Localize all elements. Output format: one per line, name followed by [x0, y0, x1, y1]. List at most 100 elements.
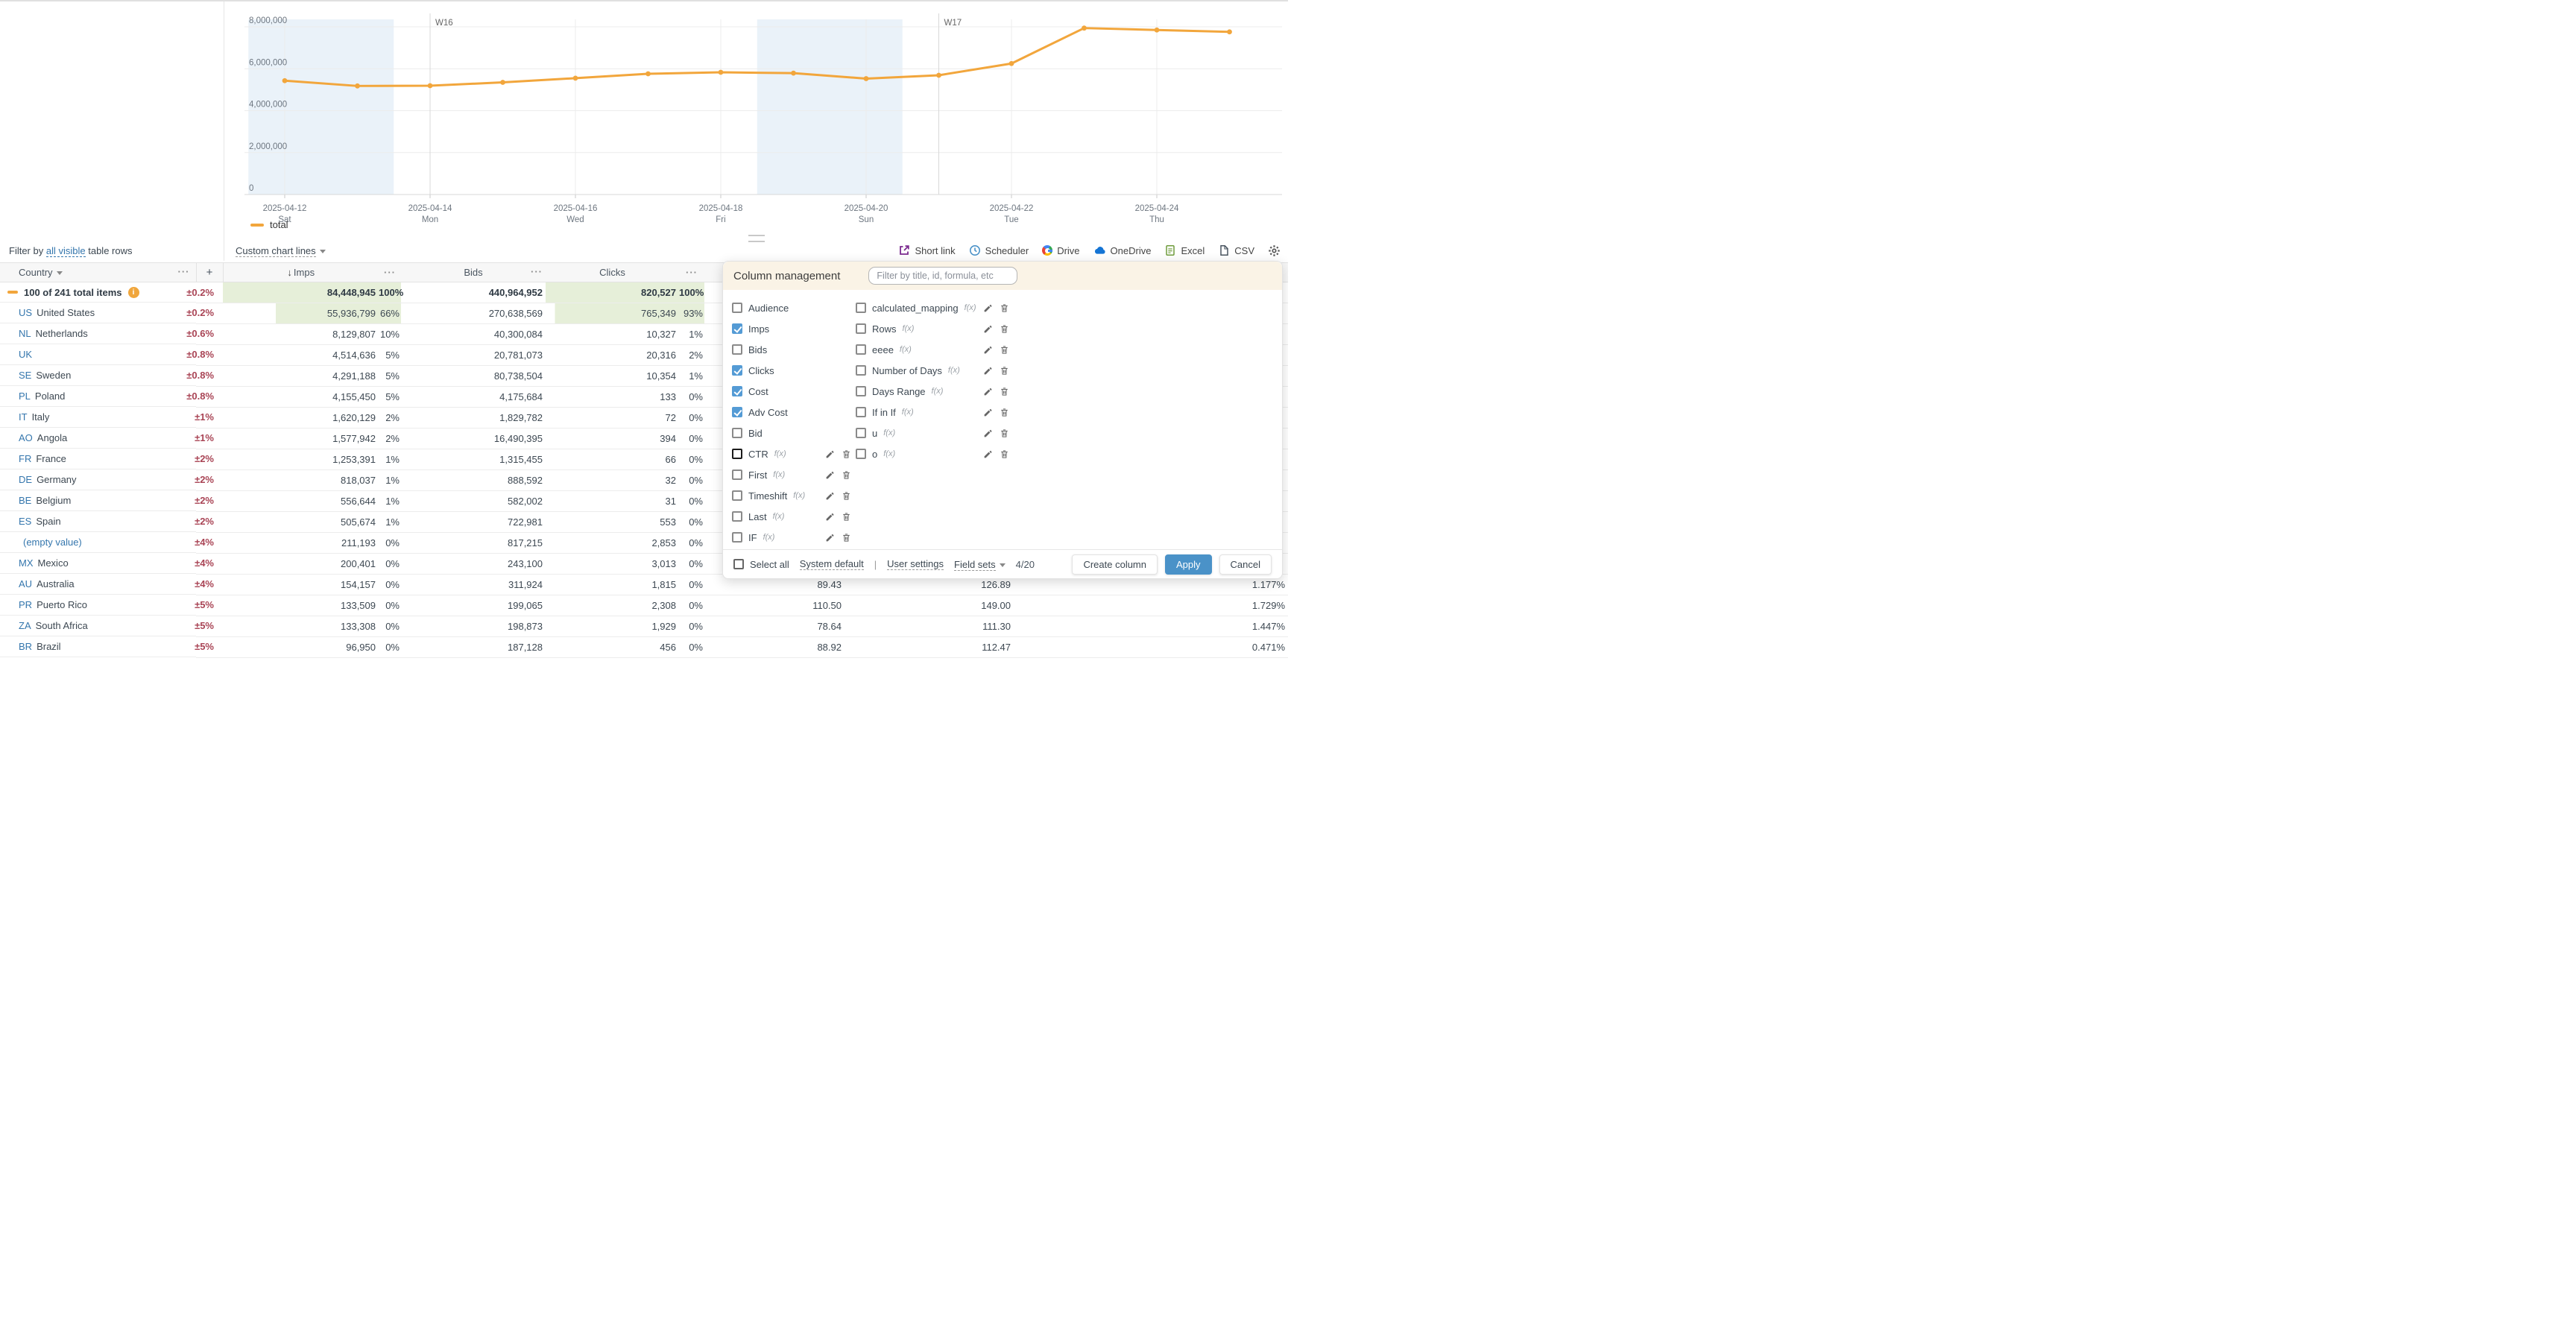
chart-legend[interactable]: total — [250, 219, 288, 230]
csv-export-button[interactable]: CSV — [1218, 244, 1254, 256]
country-code-link[interactable]: AO — [19, 432, 33, 443]
column-toggle-item[interactable]: Bids — [732, 339, 856, 360]
country-code-link[interactable]: ES — [19, 516, 31, 527]
country-code-link[interactable]: BR — [19, 641, 32, 652]
delete-trash-icon[interactable] — [842, 449, 851, 459]
delete-trash-icon[interactable] — [1000, 429, 1009, 438]
delete-trash-icon[interactable] — [1000, 345, 1009, 355]
filter-scope-link[interactable]: all visible — [46, 245, 86, 257]
column-toggle-item[interactable]: Cost — [732, 381, 856, 402]
google-drive-button[interactable]: Drive — [1042, 245, 1079, 256]
edit-pencil-icon[interactable] — [825, 470, 835, 480]
column-toggle-item[interactable]: eeee f(x) — [856, 339, 1014, 360]
column-checkbox[interactable] — [856, 386, 866, 396]
column-checkbox[interactable] — [732, 428, 742, 438]
select-all-checkbox[interactable] — [733, 559, 744, 569]
imps-column-menu-icon[interactable]: ··· — [384, 267, 396, 278]
column-checkbox[interactable] — [856, 365, 866, 376]
apply-button[interactable]: Apply — [1165, 554, 1212, 575]
column-checkbox[interactable] — [732, 532, 742, 543]
delete-trash-icon[interactable] — [1000, 366, 1009, 376]
column-checkbox[interactable] — [732, 365, 742, 376]
table-row[interactable]: ZA South Africa ±5% 133,308 0% 198,873 1… — [0, 616, 1288, 637]
delete-trash-icon[interactable] — [1000, 324, 1009, 334]
country-code-link[interactable]: PR — [19, 599, 32, 610]
column-checkbox[interactable] — [732, 490, 742, 501]
column-toggle-item[interactable]: calculated_mapping f(x) — [856, 297, 1014, 318]
delete-trash-icon[interactable] — [842, 491, 851, 501]
column-filter-input[interactable] — [868, 267, 1017, 285]
column-toggle-item[interactable]: Bid — [732, 423, 856, 443]
country-column-menu-icon[interactable]: ··· — [178, 266, 190, 277]
country-code-link[interactable]: DE — [19, 474, 32, 485]
column-toggle-item[interactable]: Number of Days f(x) — [856, 360, 1014, 381]
table-settings-button[interactable] — [1268, 244, 1281, 257]
column-checkbox[interactable] — [732, 469, 742, 480]
column-header-country[interactable]: Country ··· — [0, 263, 196, 282]
country-code-link[interactable]: SE — [19, 370, 31, 381]
column-toggle-item[interactable]: Clicks — [732, 360, 856, 381]
column-toggle-item[interactable]: Adv Cost — [732, 402, 856, 423]
column-checkbox[interactable] — [732, 511, 742, 522]
user-settings-link[interactable]: User settings — [887, 558, 944, 570]
column-checkbox[interactable] — [732, 323, 742, 334]
column-checkbox[interactable] — [856, 303, 866, 313]
custom-chart-lines-label[interactable]: Custom chart lines — [236, 245, 316, 257]
edit-pencil-icon[interactable] — [983, 324, 993, 334]
country-code-link[interactable]: BE — [19, 495, 31, 506]
bids-column-menu-icon[interactable]: ··· — [531, 266, 543, 277]
column-toggle-item[interactable]: IF f(x) — [732, 527, 856, 548]
short-link-button[interactable]: Short link — [898, 244, 955, 256]
column-checkbox[interactable] — [732, 449, 742, 459]
column-header-bids[interactable]: Bids··· — [401, 263, 546, 282]
column-toggle-item[interactable]: Days Range f(x) — [856, 381, 1014, 402]
edit-pencil-icon[interactable] — [983, 345, 993, 355]
country-code-link[interactable]: AU — [19, 578, 32, 589]
edit-pencil-icon[interactable] — [825, 512, 835, 522]
country-code-link[interactable]: PL — [19, 391, 31, 402]
column-toggle-item[interactable]: Imps — [732, 318, 856, 339]
country-code-link[interactable]: IT — [19, 411, 28, 423]
column-toggle-item[interactable]: Audience — [732, 297, 856, 318]
edit-pencil-icon[interactable] — [825, 533, 835, 543]
column-header-clicks[interactable]: Clicks — [546, 263, 679, 282]
column-toggle-item[interactable]: Rows f(x) — [856, 318, 1014, 339]
cancel-button[interactable]: Cancel — [1219, 554, 1272, 575]
edit-pencil-icon[interactable] — [983, 303, 993, 313]
add-column-button[interactable]: + — [196, 263, 223, 282]
column-toggle-item[interactable]: Last f(x) — [732, 506, 856, 527]
column-checkbox[interactable] — [856, 428, 866, 438]
column-checkbox[interactable] — [732, 386, 742, 396]
select-all-control[interactable]: Select all — [733, 559, 789, 570]
column-header-imps[interactable]: ↓Imps — [223, 263, 379, 282]
country-code-link[interactable]: MX — [19, 557, 34, 569]
edit-pencil-icon[interactable] — [983, 408, 993, 417]
country-code-link[interactable]: NL — [19, 328, 31, 339]
column-toggle-item[interactable]: Timeshift f(x) — [732, 485, 856, 506]
country-code-link[interactable]: US — [19, 307, 32, 318]
column-toggle-item[interactable]: u f(x) — [856, 423, 1014, 443]
country-code-link[interactable]: UK — [19, 349, 32, 360]
delete-trash-icon[interactable] — [842, 512, 851, 522]
edit-pencil-icon[interactable] — [983, 449, 993, 459]
system-default-link[interactable]: System default — [800, 558, 864, 570]
column-checkbox[interactable] — [732, 407, 742, 417]
delete-trash-icon[interactable] — [1000, 408, 1009, 417]
column-toggle-item[interactable]: First f(x) — [732, 464, 856, 485]
field-sets-label[interactable]: Field sets — [954, 559, 996, 571]
country-code-link[interactable]: ZA — [19, 620, 31, 631]
column-toggle-item[interactable]: o f(x) — [856, 443, 1014, 464]
edit-pencil-icon[interactable] — [825, 449, 835, 459]
delete-trash-icon[interactable] — [1000, 303, 1009, 313]
column-checkbox[interactable] — [856, 407, 866, 417]
edit-pencil-icon[interactable] — [983, 387, 993, 396]
onedrive-button[interactable]: OneDrive — [1093, 244, 1152, 256]
table-row[interactable]: PR Puerto Rico ±5% 133,509 0% 199,065 2,… — [0, 595, 1288, 616]
delete-trash-icon[interactable] — [842, 470, 851, 480]
delete-trash-icon[interactable] — [1000, 387, 1009, 396]
column-checkbox[interactable] — [856, 323, 866, 334]
custom-chart-lines-dropdown[interactable]: Custom chart lines — [236, 245, 326, 256]
country-code-link[interactable]: FR — [19, 453, 31, 464]
scheduler-button[interactable]: Scheduler — [969, 244, 1029, 256]
edit-pencil-icon[interactable] — [825, 491, 835, 501]
